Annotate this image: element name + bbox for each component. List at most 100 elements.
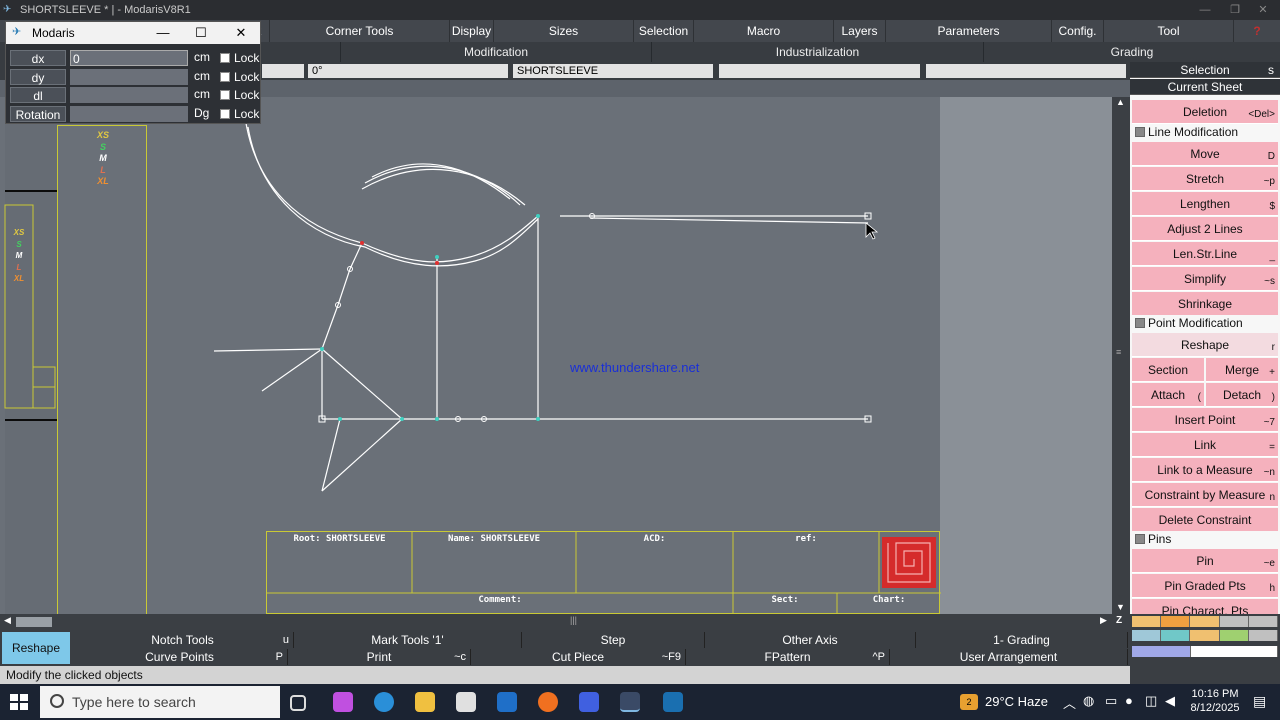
step-button[interactable]: Step (522, 632, 705, 648)
group-grading[interactable]: Grading (984, 42, 1280, 62)
attach-button[interactable]: Attach ( (1132, 383, 1204, 407)
mark-tools-button[interactable]: Mark Tools '1' (294, 632, 522, 648)
size-xl[interactable]: XL (96, 176, 110, 188)
dy-lock[interactable]: Lock (220, 69, 260, 85)
weather-text[interactable]: 29°C Haze (985, 694, 1048, 709)
sheet-name-field[interactable]: SHORTSLEEVE (513, 64, 713, 78)
cut-piece-button[interactable]: Cut Piece ~F9 (471, 649, 686, 665)
field-4[interactable] (926, 64, 1126, 78)
rotation-input[interactable] (70, 106, 188, 122)
menu-sizes[interactable]: Sizes (494, 20, 634, 42)
other-axis-button[interactable]: Other Axis (705, 632, 916, 648)
minimize-icon[interactable]: — (1190, 0, 1220, 20)
taskbar-search[interactable]: Type here to search (40, 686, 280, 718)
outlook-icon[interactable] (497, 692, 517, 712)
volume-icon[interactable]: ◀ (1165, 693, 1175, 709)
stretch-button[interactable]: Stretch ~p (1132, 167, 1278, 191)
battery-icon[interactable]: ▭ (1105, 693, 1117, 709)
firefox-icon[interactable] (538, 692, 558, 712)
pad-row-3[interactable] (1132, 646, 1278, 657)
point-mod-checkbox-icon[interactable] (1135, 318, 1145, 328)
menu-corner-tools[interactable]: Corner Tools (270, 20, 450, 42)
rotation-lock-checkbox[interactable] (220, 109, 230, 119)
deletion-button[interactable]: Deletion <Del> (1132, 100, 1278, 124)
clock-date[interactable]: 8/12/2025 (1185, 702, 1245, 714)
selection-header[interactable]: Selection s (1130, 62, 1280, 78)
dx-lock-checkbox[interactable] (220, 53, 230, 63)
menu-selection[interactable]: Selection (634, 20, 694, 42)
globe-icon[interactable]: ◍ (1083, 693, 1094, 709)
zoom-z-icon[interactable]: Z (1116, 615, 1122, 626)
field-3[interactable] (719, 64, 920, 78)
grading-button[interactable]: 1- Grading (916, 632, 1128, 648)
dl-input[interactable] (70, 87, 188, 103)
dx-lock[interactable]: Lock (220, 50, 260, 66)
file-explorer-icon[interactable] (415, 692, 435, 712)
pins-toggle[interactable]: Pins (1132, 531, 1278, 548)
close-icon[interactable]: ✕ (1248, 0, 1278, 20)
print-button[interactable]: Print ~c (288, 649, 471, 665)
size-s[interactable]: S (96, 142, 110, 154)
fpattern-button[interactable]: FPattern ^P (686, 649, 890, 665)
menu-tool[interactable]: Tool (1104, 20, 1234, 42)
clock-time[interactable]: 10:16 PM (1185, 688, 1245, 700)
modaris-taskbar-icon[interactable] (620, 692, 640, 712)
scroll-up-icon[interactable]: ▲ (1116, 97, 1125, 107)
dialog-maximize-icon[interactable]: ☐ (186, 22, 216, 44)
size-m[interactable]: M (96, 153, 110, 165)
task-view-icon[interactable] (290, 695, 306, 711)
horizontal-scrollbar[interactable]: ◀ ||| ▶ Z (0, 614, 1130, 630)
size-xs[interactable]: XS (96, 130, 110, 142)
dx-input[interactable]: 0 (70, 50, 188, 66)
line-mod-checkbox-icon[interactable] (1135, 127, 1145, 137)
scroll-left-icon[interactable]: ◀ (4, 615, 11, 626)
layer-pad[interactable] (1130, 614, 1280, 684)
dy-input[interactable] (70, 69, 188, 85)
field-blank[interactable] (262, 64, 304, 78)
len-str-line-button[interactable]: Len.Str.Line _ (1132, 242, 1278, 266)
network-icon[interactable]: ◫ (1145, 693, 1157, 709)
copilot-icon[interactable] (333, 692, 353, 712)
simplify-button[interactable]: Simplify ~s (1132, 267, 1278, 291)
line-modification-toggle[interactable]: Line Modification (1132, 124, 1278, 141)
lengthen-button[interactable]: Lengthen $ (1132, 192, 1278, 216)
curve-points-button[interactable]: Curve Points P (72, 649, 288, 665)
dy-lock-checkbox[interactable] (220, 72, 230, 82)
move-button[interactable]: Move D (1132, 142, 1278, 166)
link-to-measure-button[interactable]: Link to a Measure ~n (1132, 458, 1278, 482)
angle-field[interactable]: 0° (308, 64, 508, 78)
delete-constraint-button[interactable]: Delete Constraint (1132, 508, 1278, 532)
size-l[interactable]: L (96, 165, 110, 177)
dialog-minimize-icon[interactable]: — (148, 22, 178, 44)
shrinkage-button[interactable]: Shrinkage (1132, 292, 1278, 316)
rotation-lock[interactable]: Lock (220, 106, 260, 122)
weather-badge-icon[interactable]: 2 (960, 694, 978, 710)
group-modification[interactable]: Modification (340, 42, 652, 62)
edge-icon[interactable] (374, 692, 394, 712)
zoom-icon[interactable] (579, 692, 599, 712)
active-function-reshape[interactable]: Reshape (2, 632, 70, 664)
group-industrialization[interactable]: Industrialization (652, 42, 984, 62)
menu-macro[interactable]: Macro (694, 20, 834, 42)
pin-button[interactable]: Pin ~e (1132, 549, 1278, 573)
link-button[interactable]: Link = (1132, 433, 1278, 457)
constraint-by-measure-button[interactable]: Constraint by Measure n (1132, 483, 1278, 507)
insert-point-button[interactable]: Insert Point ~7 (1132, 408, 1278, 432)
menu-parameters[interactable]: Parameters (886, 20, 1052, 42)
reshape-button[interactable]: Reshape r (1132, 333, 1278, 357)
dialog-close-icon[interactable]: ✕ (226, 22, 256, 44)
menu-config[interactable]: Config. (1052, 20, 1104, 42)
section-button[interactable]: Section (1132, 358, 1204, 382)
vertical-scrollbar[interactable]: ▲ ≡ ▼ (1112, 97, 1130, 614)
scroll-down-icon[interactable]: ▼ (1116, 602, 1125, 612)
maximize-icon[interactable]: ❐ (1220, 0, 1250, 20)
app-taskbar-icon[interactable] (663, 692, 683, 712)
notch-tools-button[interactable]: Notch Tools u (72, 632, 294, 648)
scroll-grip-h-icon[interactable]: ||| (570, 615, 577, 625)
dl-lock[interactable]: Lock (220, 87, 260, 103)
windows-start-icon[interactable] (10, 694, 28, 710)
mic-icon[interactable]: ● (1125, 693, 1133, 708)
detach-button[interactable]: Detach) (1206, 383, 1278, 407)
pins-checkbox-icon[interactable] (1135, 534, 1145, 544)
help-icon[interactable]: ? (1234, 20, 1280, 42)
